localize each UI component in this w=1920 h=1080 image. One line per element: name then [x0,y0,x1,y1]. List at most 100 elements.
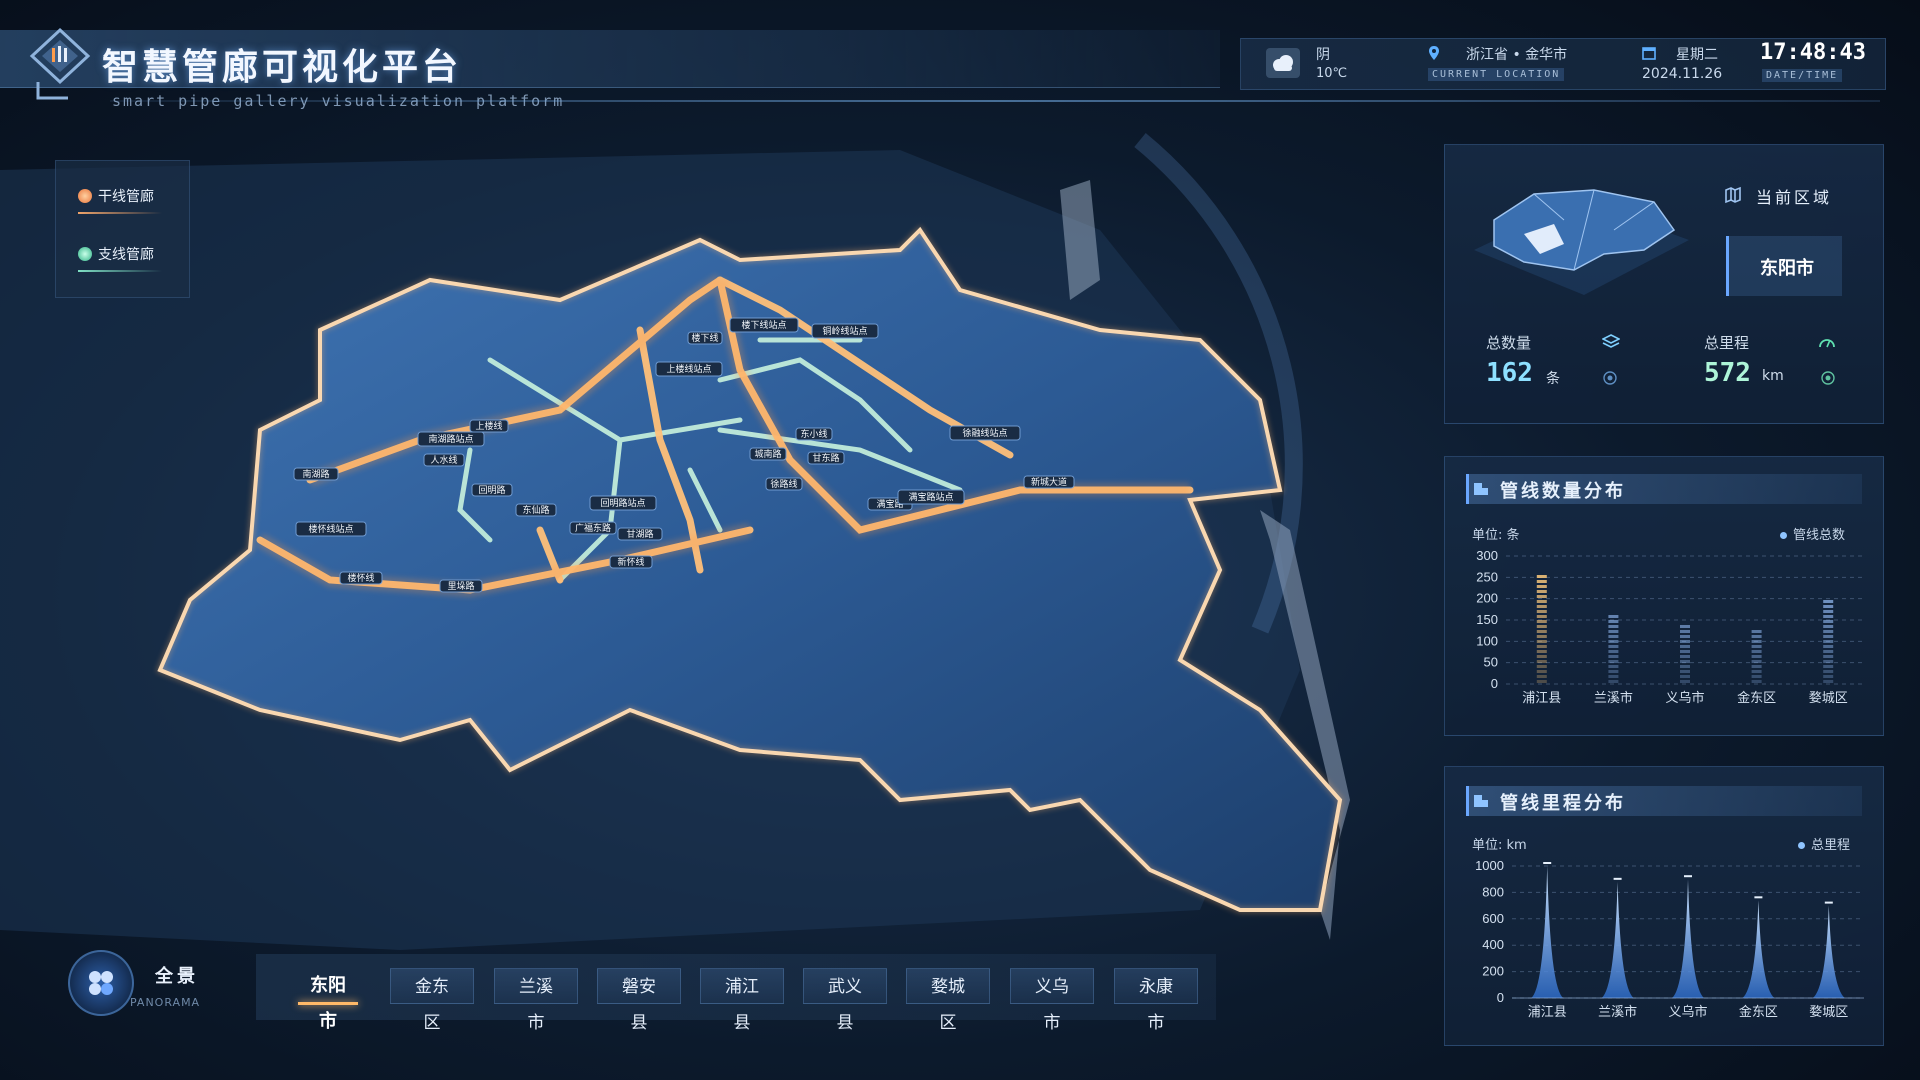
bar [1536,575,1547,683]
district-tab-wuyi[interactable]: 武义县 [803,968,887,1033]
location-text: 浙江省 • 金华市 [1466,47,1568,63]
station-label-text: 楼怀线站点 [308,523,353,535]
bar [1680,625,1690,683]
region-mini-map[interactable] [1454,180,1704,300]
district-map[interactable]: 楼下线站点 楼下线 铜岭线站点 上楼线站点 上楼线 南湖路站点 人水线 南湖路 … [0,110,1440,970]
gauge-icon [1819,339,1835,348]
bar [1751,630,1762,683]
bar-segment [1823,660,1834,663]
length-chart-legend: 总里程 [1798,834,1850,853]
bar-segment [1608,665,1619,668]
app-title: 智慧管廊可视化平台 [102,47,463,88]
bar-segment [1608,635,1619,638]
station-label: 南湖路 [293,467,339,481]
legend-item-trunk[interactable]: 干线管廊 [78,186,154,206]
x-tick-label: 浦江县 [1522,690,1561,705]
station-label-text: 新城大道 [1031,476,1067,488]
bar-segment [1751,630,1762,633]
station-label-text: 里垛路 [447,580,474,592]
legend-underline [78,270,162,272]
bar-segment [1680,625,1690,628]
x-tick-label: 婺城区 [1809,690,1848,705]
panorama-label[interactable]: 全景 [155,962,199,988]
y-tick-label: 1000 [1475,858,1504,873]
bar-segment [1536,590,1547,593]
legend-panel [55,160,190,298]
x-tick-label: 浦江县 [1528,1004,1567,1019]
bar-segment [1536,580,1547,583]
length-chart-unit: 单位: km [1472,838,1527,853]
bar-segment [1680,675,1690,678]
station-label-text: 楼怀线 [347,572,374,584]
x-tick-label: 义乌市 [1668,1004,1707,1019]
station-label-text: 人水线 [430,454,457,466]
district-tab-pujiang[interactable]: 浦江县 [700,968,784,1033]
bar-segment [1608,675,1619,678]
bar-segment [1823,655,1834,658]
y-tick-label: 0 [1491,676,1498,691]
spike-cap [1613,877,1622,880]
x-tick-label: 婺城区 [1809,1004,1848,1019]
station-label-text: 回明路 [478,484,505,496]
panorama-icon[interactable] [68,950,134,1016]
weather-text: 阴 [1316,47,1330,63]
bar-segment [1680,670,1690,673]
district-tab-wucheng[interactable]: 婺城区 [906,968,990,1033]
district-tab-yiwu[interactable]: 义乌市 [1010,968,1094,1033]
y-tick-label: 50 [1484,655,1498,670]
bar-segment [1823,645,1834,648]
bar-segment [1751,675,1762,678]
station-label-text: 徐路线 [770,478,797,490]
total-length-value: 572 [1704,358,1751,388]
station-label-text: 东仙路 [522,504,549,516]
panorama-sublabel: PANORAMA [130,996,201,1009]
x-tick-label: 义乌市 [1665,690,1704,705]
bar-segment [1823,615,1834,618]
location-tag: CURRENT LOCATION [1428,68,1565,81]
spike [1672,879,1704,998]
bar-segment [1608,630,1619,633]
station-label-text: 满宝路站点 [908,491,953,503]
y-tick-label: 600 [1482,911,1504,926]
bar-segment [1608,660,1619,663]
layers-icon [1602,334,1620,348]
station-label-text: 南湖路 [302,468,329,480]
count-bar-chart: 0 50 100 150 200 250 300 浦江县 兰溪市 义乌市 金东区 婺城区 [1476,548,1864,705]
target-icon [1821,371,1835,385]
bar-segment [1823,605,1834,608]
district-tab-jindong[interactable]: 金东区 [390,968,474,1033]
bar-segment [1680,680,1690,683]
bar-segment [1608,640,1619,643]
legend-item-branch[interactable]: 支线管廊 [78,244,154,264]
station-label: 甘东路 [807,451,845,465]
spike [1812,905,1845,998]
bar-segment [1536,625,1547,628]
bar-segment [1680,645,1690,648]
station-label-text: 铜岭线站点 [822,325,867,337]
total-length-label: 总里程 [1704,334,1750,352]
length-chart-title: 管线里程分布 [1500,793,1626,814]
bar-segment [1536,640,1547,643]
district-tab-panan[interactable]: 磐安县 [597,968,681,1033]
district-tab-yongkang[interactable]: 永康市 [1114,968,1198,1033]
bar-segment [1751,680,1762,683]
bar-segment [1536,635,1547,638]
length-area-chart: 0 200 400 600 800 1000 浦江县 兰溪市 义乌市 金东区 婺城区 [1475,858,1864,1019]
district-tab-lanxi[interactable]: 兰溪市 [494,968,578,1033]
legend-text: 管线总数 [1793,528,1846,543]
station-label-text: 南湖路站点 [428,433,473,445]
station-label: 南湖路站点 [417,431,485,447]
bar [1608,615,1619,683]
station-label: 新城大道 [1023,475,1075,489]
bar-segment [1608,620,1619,623]
bar-segment [1536,670,1547,673]
bar-segment [1680,635,1690,638]
bar-segment [1823,625,1834,628]
legend-label: 干线管廊 [98,189,154,205]
bar-segment [1536,605,1547,608]
district-tab-dongyang[interactable]: 东阳市 [286,968,370,1032]
bar-segment [1751,655,1762,658]
y-tick-label: 300 [1476,548,1498,563]
bar-segment [1823,600,1834,603]
bar-segment [1751,670,1762,673]
